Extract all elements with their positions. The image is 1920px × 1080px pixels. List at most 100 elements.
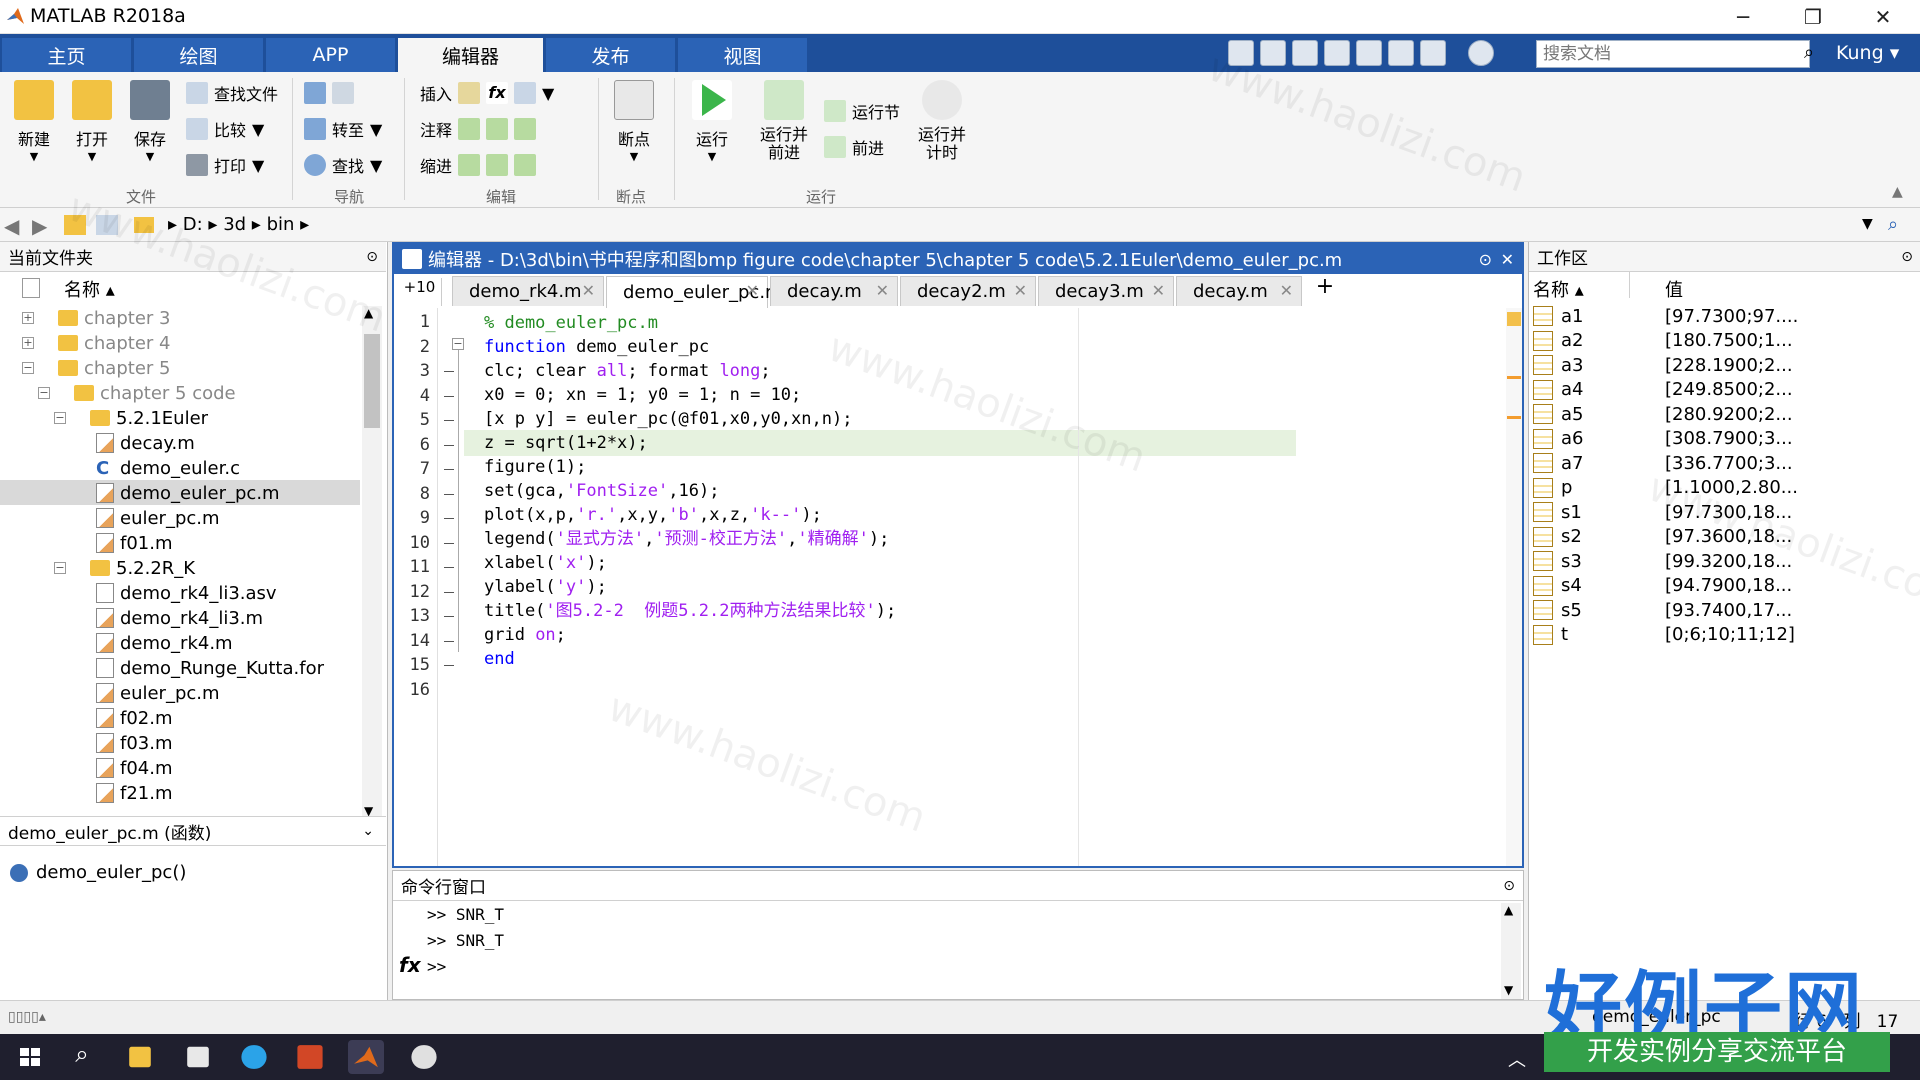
expand-toggle-icon[interactable]: − (22, 362, 34, 374)
run-section-button[interactable]: 运行节 (824, 98, 900, 124)
workspace-variable-row[interactable]: a5 (1533, 402, 1583, 426)
tab-close-icon[interactable]: ✕ (1014, 281, 1027, 300)
workspace-col-name[interactable]: 名称 ▴ (1533, 276, 1584, 302)
scroll-down-icon[interactable]: ▼ (1504, 983, 1513, 997)
print-button[interactable]: 打印 ▼ (186, 152, 264, 178)
tree-item[interactable]: 5.2.2R_K (90, 556, 195, 580)
tree-item[interactable]: 5.2.1Euler (90, 406, 208, 430)
breadcrumb-3d[interactable]: 3d (223, 214, 246, 235)
insert-button[interactable]: 插入 fx ▼ (420, 80, 554, 106)
expand-toggle-icon[interactable]: − (54, 562, 66, 574)
editor-menu-icon[interactable]: ⊙ (1479, 250, 1492, 269)
tree-item[interactable]: chapter 4 (58, 331, 170, 355)
find-button[interactable]: 查找 ▼ (304, 152, 382, 178)
breakpoint-button[interactable]: 断点 ▼ (606, 80, 662, 163)
panel-menu-icon[interactable]: ⊙ (366, 249, 378, 265)
tree-item[interactable]: f02.m (96, 706, 173, 730)
workspace-variable-row[interactable]: s2 (1533, 525, 1582, 549)
tab-close-icon[interactable]: ✕ (746, 281, 759, 300)
workspace-variable-row[interactable]: a6 (1533, 427, 1583, 451)
editor-tab-demo-rk4[interactable]: demo_rk4.m ✕ (452, 276, 604, 306)
open-button[interactable]: 打开 ▼ (64, 80, 120, 163)
executable-line-marker[interactable] (444, 395, 454, 397)
tree-item[interactable]: Cdemo_euler.c (96, 456, 240, 480)
matlab-taskbar-icon[interactable] (348, 1040, 384, 1074)
cut-icon[interactable] (1260, 40, 1286, 66)
tree-item[interactable]: f03.m (96, 731, 173, 755)
switch-windows-icon[interactable] (1420, 40, 1446, 66)
tab-plots[interactable]: 绘图 (134, 38, 264, 72)
panel-menu-icon[interactable]: ⊙ (1901, 249, 1913, 265)
tree-item[interactable]: demo_Runge_Kutta.for (96, 656, 324, 680)
tree-item[interactable]: chapter 5 (58, 356, 170, 380)
code-area[interactable]: 1 2 3 4 5 6 7 8 9 10 11 12 13 14 15 16− % demo_euler_pc… (394, 308, 1522, 866)
uncomment-icon[interactable] (486, 118, 509, 140)
chevron-down-icon[interactable]: ⌄ (362, 823, 374, 839)
tab-close-icon[interactable]: ✕ (582, 281, 595, 300)
tab-close-icon[interactable]: ✕ (1280, 281, 1293, 300)
expand-toggle-icon[interactable]: − (54, 412, 66, 424)
find-file-button[interactable]: 查找文件 (186, 80, 278, 106)
code-scroll-bar[interactable] (1506, 308, 1522, 866)
workspace-variable-row[interactable]: a3 (1533, 353, 1583, 377)
indent-button[interactable]: 缩进 (420, 152, 537, 178)
forward-arrow-icon[interactable]: ▶ (32, 214, 47, 238)
scroll-up-icon[interactable]: ▲ (364, 306, 373, 320)
fx-icon[interactable]: fx (486, 82, 509, 104)
code-analyzer-indicator[interactable] (1507, 312, 1521, 326)
run-time-button[interactable]: 运行并 计时 (910, 80, 974, 162)
workspace-variable-row[interactable]: a7 (1533, 451, 1583, 475)
warning-marker[interactable] (1507, 376, 1521, 379)
scroll-thumb[interactable] (364, 334, 380, 428)
executable-line-marker[interactable] (444, 542, 454, 544)
store-icon[interactable] (187, 1046, 209, 1068)
compare-button[interactable]: 比较 ▼ (186, 116, 264, 142)
minimize-button[interactable]: ─ (1712, 0, 1774, 34)
executable-line-marker[interactable] (444, 567, 454, 568)
tab-apps[interactable]: APP (266, 38, 396, 72)
tree-item[interactable]: demo_rk4_li3.m (96, 606, 263, 630)
executable-line-marker[interactable] (444, 616, 454, 617)
tab-publish[interactable]: 发布 (546, 38, 676, 72)
code-fold-icon[interactable]: − (452, 338, 464, 350)
close-button[interactable]: ✕ (1852, 0, 1914, 34)
editor-tab-decay[interactable]: decay.m ✕ (770, 276, 898, 306)
tree-scrollbar[interactable]: ▲ ▼ (362, 306, 382, 822)
tree-item[interactable]: euler_pc.m (96, 681, 220, 705)
scroll-up-icon[interactable]: ▲ (1504, 903, 1513, 917)
save-icon[interactable] (1228, 40, 1254, 66)
tree-item[interactable]: f04.m (96, 756, 173, 780)
browse-folder-icon[interactable] (96, 215, 118, 235)
executable-line-marker[interactable] (444, 518, 454, 519)
powerpoint-icon[interactable] (297, 1045, 323, 1069)
executable-line-marker[interactable] (444, 665, 454, 666)
up-folder-icon[interactable] (64, 215, 86, 235)
expand-toggle-icon[interactable]: + (22, 337, 34, 349)
tab-editor[interactable]: 编辑器 (398, 38, 544, 72)
details-function-item[interactable]: demo_euler_pc() (10, 862, 186, 883)
run-button[interactable]: 运行 ▼ (684, 80, 740, 163)
workspace-variable-row[interactable]: t (1533, 623, 1568, 647)
copy-icon[interactable] (1292, 40, 1318, 66)
tree-item[interactable]: demo_rk4_li3.asv (96, 581, 277, 605)
workspace-variable-row[interactable]: s3 (1533, 549, 1582, 573)
search-docs-input[interactable]: 搜索文档 (1536, 40, 1810, 68)
workspace-variable-row[interactable]: s5 (1533, 598, 1582, 622)
expand-toggle-icon[interactable]: − (38, 387, 50, 399)
tree-item[interactable]: f21.m (96, 781, 173, 805)
editor-tab-decay3[interactable]: decay3.m ✕ (1038, 276, 1174, 306)
new-tab-icon[interactable]: + (1308, 274, 1342, 299)
executable-line-marker[interactable] (444, 444, 454, 446)
details-header[interactable]: demo_euler_pc.m (函数) ⌄ (0, 816, 386, 846)
executable-line-marker[interactable] (444, 640, 454, 642)
indent-right-icon[interactable] (514, 154, 537, 176)
tab-view[interactable]: 视图 (678, 38, 808, 72)
help-icon[interactable] (1468, 40, 1494, 66)
executable-line-marker[interactable] (444, 371, 454, 372)
edge-icon[interactable] (241, 1045, 267, 1069)
tree-item[interactable]: demo_rk4.m (96, 631, 233, 655)
tree-item[interactable]: f01.m (96, 531, 173, 555)
executable-line-marker[interactable] (444, 493, 454, 495)
editor-close-icon[interactable]: ✕ (1501, 250, 1514, 269)
chrome-icon[interactable] (411, 1045, 437, 1069)
